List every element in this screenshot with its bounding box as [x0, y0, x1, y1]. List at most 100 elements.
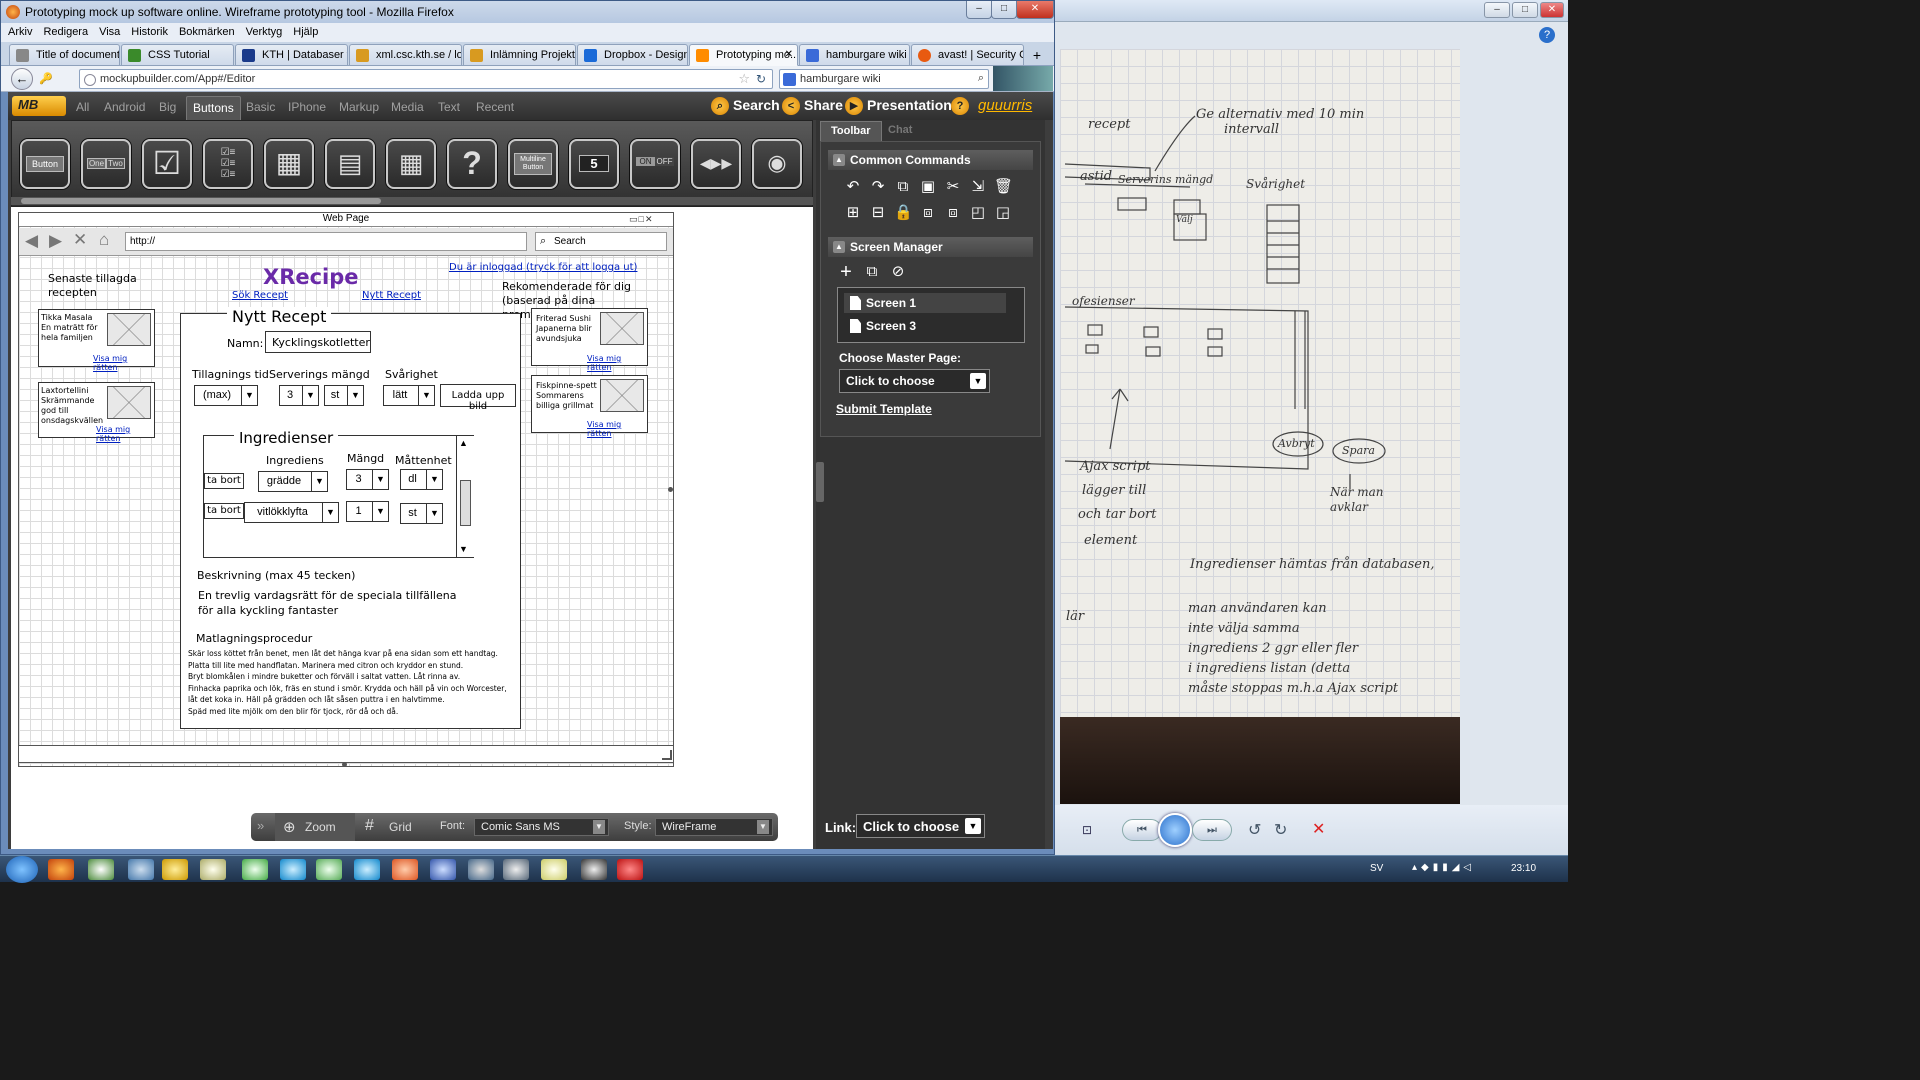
radio-icon[interactable]: ◉ — [752, 139, 802, 189]
home-icon[interactable]: ⌂ — [99, 230, 109, 250]
widget-button[interactable]: Button — [20, 139, 70, 189]
notes-taskbar-icon[interactable] — [200, 859, 226, 880]
group-icon[interactable]: ⊞ — [844, 204, 862, 222]
close-button[interactable]: ✕ — [1016, 1, 1054, 19]
show-recipe-link[interactable]: Visa mig rätten — [587, 354, 647, 372]
palette-scroll-thumb[interactable] — [21, 198, 381, 204]
category-basic[interactable]: Basic — [246, 100, 275, 114]
time-select[interactable]: (max) ▼ — [194, 385, 258, 406]
table-icon[interactable]: ▦ — [386, 139, 436, 189]
app-taskbar-icon[interactable] — [128, 859, 154, 880]
category-recent[interactable]: Recent — [476, 100, 514, 114]
menu-verktyg[interactable]: Verktyg — [239, 23, 287, 38]
send-backward-icon[interactable]: ⧈ — [944, 204, 962, 222]
resize-handle[interactable] — [668, 487, 673, 492]
slideshow-icon[interactable] — [1158, 813, 1192, 847]
webpage-mockup[interactable]: Web Page ▭□✕ ◀ ▶ ✕ ⌂ http:// ⌕ Search Sen… — [18, 212, 674, 767]
add-screen-icon[interactable]: + — [837, 262, 855, 282]
help-widget-icon[interactable]: ? — [447, 139, 497, 189]
category-media[interactable]: Media — [391, 100, 424, 114]
app-taskbar-icon[interactable] — [581, 859, 607, 880]
new-recipe-link[interactable]: Nytt Recept — [362, 290, 421, 301]
viewer-close-button[interactable]: ✕ — [1540, 2, 1564, 18]
style-select[interactable]: WireFrame ▼ — [655, 818, 773, 836]
grid-button[interactable]: # Grid — [357, 813, 427, 841]
tab-css-tutorial[interactable]: CSS Tutorial — [121, 44, 234, 66]
screen-manager-header[interactable]: ▲ Screen Manager — [828, 237, 1033, 257]
webpage-window-controls[interactable]: ▭□✕ — [629, 214, 653, 225]
filezilla-taskbar-icon[interactable] — [617, 859, 643, 880]
servings-select[interactable]: 3 ▼ — [279, 385, 319, 406]
xrecipe-logo[interactable]: XRecipe — [263, 265, 359, 289]
menu-historik[interactable]: Historik — [124, 23, 172, 38]
palette-scrollbar[interactable] — [11, 197, 813, 205]
common-commands-header[interactable]: ▲ Common Commands — [828, 150, 1033, 170]
unit-select[interactable]: dl ▼ — [400, 469, 443, 490]
back-button[interactable]: ← — [11, 68, 33, 90]
show-recipe-link[interactable]: Visa mig rätten — [93, 354, 154, 372]
category-text[interactable]: Text — [438, 100, 460, 114]
difficulty-select[interactable]: lätt ▼ — [383, 385, 435, 406]
resize-handle-icon[interactable] — [662, 750, 672, 760]
zoom-button[interactable]: ⊕ Zoom — [275, 813, 355, 841]
show-recipe-link[interactable]: Visa mig rätten — [587, 420, 647, 438]
maximize-button[interactable]: □ — [991, 1, 1017, 19]
search-recipe-link[interactable]: Sök Recept — [232, 290, 288, 301]
collapse-icon[interactable]: » — [257, 818, 264, 833]
category-all[interactable]: All — [76, 100, 89, 114]
viewer-minimize-button[interactable]: – — [1484, 2, 1510, 18]
skype-taskbar-icon[interactable] — [280, 859, 306, 880]
lock-icon[interactable]: 🔒 — [894, 204, 913, 222]
form-icon[interactable]: ▤ — [325, 139, 375, 189]
tab-close-icon[interactable]: ✕ — [785, 49, 793, 60]
menu-visa[interactable]: Visa — [92, 23, 124, 38]
amount-select[interactable]: 1 ▼ — [346, 501, 389, 522]
trash-icon[interactable]: 🗑 — [994, 178, 1013, 196]
back-arrow-icon[interactable]: ◀ — [25, 231, 38, 251]
screen-list-item[interactable]: Screen 1 — [844, 293, 1006, 313]
tab-chat[interactable]: Chat — [878, 121, 922, 141]
screen-list-item[interactable]: Screen 3 — [844, 316, 1006, 336]
checkbox-icon[interactable]: ☑ — [142, 139, 192, 189]
copy-icon[interactable]: ⧉ — [894, 178, 912, 196]
category-iphone[interactable]: IPhone — [288, 100, 326, 114]
share-button[interactable]: < Share — [782, 97, 843, 115]
clock[interactable]: 23:10 — [1511, 863, 1536, 874]
amount-select[interactable]: 3 ▼ — [346, 469, 389, 490]
grid-icon[interactable]: ▦ — [264, 139, 314, 189]
category-markup[interactable]: Markup — [339, 100, 379, 114]
search-bar[interactable]: hamburgare wiki ⌕ — [779, 69, 989, 89]
upload-image-button[interactable]: Ladda upp bild — [440, 384, 516, 412]
viewer-maximize-button[interactable]: □ — [1512, 2, 1538, 18]
address-bar[interactable]: mockupbuilder.com/App#/Editor ☆ ↻ — [79, 69, 773, 89]
tray-icons[interactable]: ▴◆▮▮◢◁ — [1412, 862, 1475, 873]
fit-icon[interactable]: ⊡ — [1082, 823, 1098, 837]
paste-icon[interactable]: ▣ — [919, 178, 937, 196]
menu-hjalp[interactable]: Hjälp — [286, 23, 322, 38]
master-page-select[interactable]: Click to choose ▼ — [839, 369, 990, 393]
webpage-search-field[interactable]: ⌕ Search — [535, 232, 667, 251]
menu-redigera[interactable]: Redigera — [36, 23, 92, 38]
media-icon[interactable]: ◀▶▶ — [691, 139, 741, 189]
language-indicator[interactable]: SV — [1370, 863, 1383, 874]
app-taskbar-icon[interactable] — [503, 859, 529, 880]
tab-xml[interactable]: xml.csc.kth.se / loc... — [349, 44, 462, 66]
tab-hamburgare[interactable]: hamburgare wiki - ... — [799, 44, 910, 66]
procedure-text[interactable]: Skär loss köttet från benet, men låt det… — [188, 648, 518, 717]
scroll-thumb[interactable] — [460, 480, 471, 526]
messenger-taskbar-icon[interactable] — [316, 859, 342, 880]
next-icon[interactable]: ⏭ — [1192, 819, 1232, 841]
forward-arrow-icon[interactable]: ▶ — [49, 231, 62, 251]
app-taskbar-icon[interactable] — [541, 859, 567, 880]
utorrent-taskbar-icon[interactable] — [242, 859, 268, 880]
tab-dropbox[interactable]: Dropbox - Design1... — [577, 44, 688, 66]
scroll-up-icon[interactable]: ▲ — [459, 438, 468, 448]
remove-ingredient-button[interactable]: ta bort — [204, 473, 244, 489]
menu-bokmarken[interactable]: Bokmärken — [172, 23, 239, 38]
start-button[interactable] — [6, 856, 38, 883]
export-icon[interactable]: ⇲ — [969, 178, 987, 196]
user-name[interactable]: guuurris — [978, 97, 1032, 114]
stop-icon[interactable]: ✕ — [73, 230, 87, 250]
show-recipe-link[interactable]: Visa mig rätten — [96, 425, 154, 443]
category-android[interactable]: Android — [104, 100, 145, 114]
